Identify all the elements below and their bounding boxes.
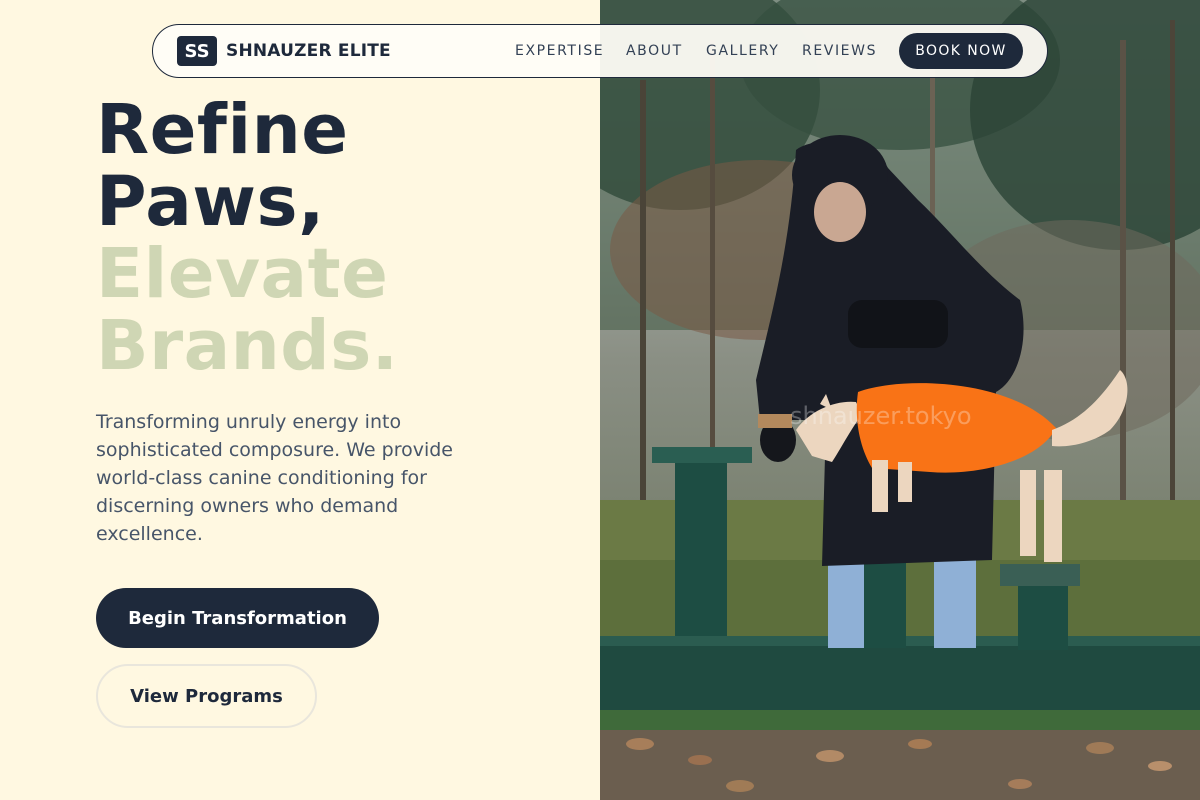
brand-logo[interactable]: SS SHNAUZER ELITE xyxy=(177,36,391,66)
hero-headline: Refine Paws, Elevate Brands. xyxy=(96,94,398,382)
hero-photo: shnauzer.tokyo xyxy=(600,0,1200,800)
nav-link-expertise[interactable]: EXPERTISE xyxy=(515,43,604,59)
top-navbar: SS SHNAUZER ELITE EXPERTISE ABOUT GALLER… xyxy=(152,24,1048,78)
nav-link-about[interactable]: ABOUT xyxy=(626,43,683,59)
headline-line-4: Brands. xyxy=(96,306,399,386)
brand-name: SHNAUZER ELITE xyxy=(226,41,391,61)
view-programs-button[interactable]: View Programs xyxy=(96,664,317,728)
headline-line-3: Elevate xyxy=(96,234,389,314)
book-now-button[interactable]: BOOK NOW xyxy=(899,33,1023,69)
nav-link-gallery[interactable]: GALLERY xyxy=(706,43,779,59)
logo-mark: SS xyxy=(177,36,217,66)
nav-link-reviews[interactable]: REVIEWS xyxy=(802,43,877,59)
hero-left-panel: Refine Paws, Elevate Brands. Transformin… xyxy=(0,0,600,800)
training-scene-image: shnauzer.tokyo xyxy=(600,0,1200,800)
headline-line-2: Paws, xyxy=(96,162,325,242)
headline-line-1: Refine xyxy=(96,90,349,170)
photo-watermark: shnauzer.tokyo xyxy=(790,402,972,430)
begin-transformation-button[interactable]: Begin Transformation xyxy=(96,588,379,648)
hero-description: Transforming unruly energy into sophisti… xyxy=(96,411,453,545)
